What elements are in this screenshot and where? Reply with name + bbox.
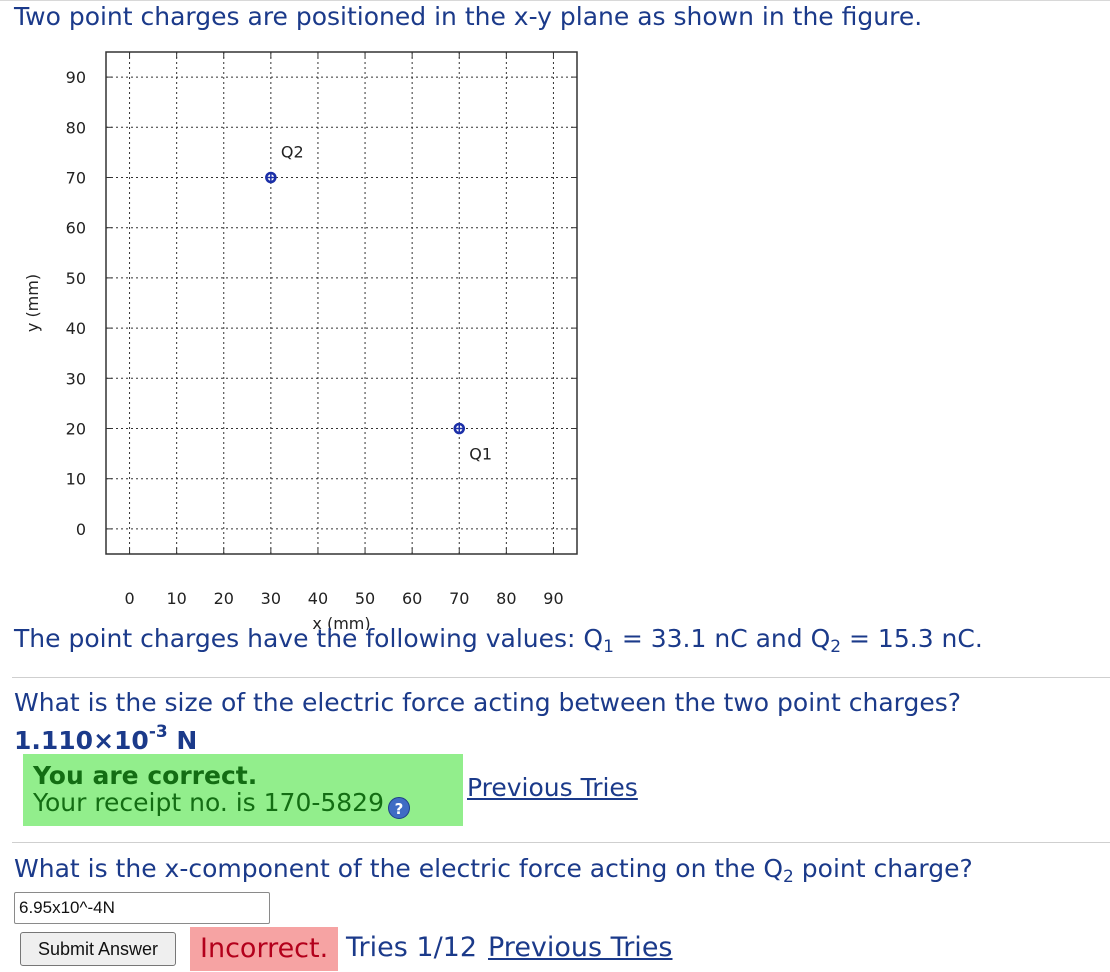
- q2-value: = 15.3 nC.: [841, 624, 983, 653]
- question-2-suffix: point charge?: [793, 854, 973, 883]
- y-tick-label: 20: [66, 420, 86, 439]
- submit-answer-button[interactable]: Submit Answer: [20, 932, 176, 966]
- x-tick-label: 20: [214, 589, 234, 608]
- x-tick-label: 40: [308, 589, 328, 608]
- x-tick-label: 0: [124, 589, 134, 608]
- top-rule: [0, 0, 1110, 1]
- x-tick-label: 50: [355, 589, 375, 608]
- tries-count: Tries 1/12: [346, 932, 478, 963]
- correct-feedback-box: You are correct. Your receipt no. is 170…: [23, 754, 463, 826]
- y-tick-label: 30: [66, 369, 86, 388]
- y-tick-label: 70: [66, 169, 86, 188]
- answer-mantissa: 1.110×10: [14, 726, 149, 755]
- y-tick-label: 50: [66, 269, 86, 288]
- y-tick-label: 40: [66, 319, 86, 338]
- receipt-line: Your receipt no. is 170-5829?: [33, 789, 453, 819]
- x-tick-label: 90: [543, 589, 563, 608]
- x-tick-label: 30: [261, 589, 281, 608]
- y-tick-label: 10: [66, 470, 86, 489]
- section-divider: [12, 842, 1110, 843]
- incorrect-status: Incorrect.: [190, 927, 339, 971]
- answer-unit: N: [167, 726, 198, 755]
- q1-value: = 33.1 nC and Q: [613, 624, 831, 653]
- correct-title: You are correct.: [33, 761, 258, 790]
- previous-tries-link-2[interactable]: Previous Tries: [488, 932, 673, 963]
- x-tick-label: 80: [496, 589, 516, 608]
- point-q1-label: Q1: [469, 445, 492, 464]
- y-tick-label: 80: [66, 118, 86, 137]
- point-q2-label: Q2: [281, 143, 304, 162]
- problem-intro: Two point charges are positioned in the …: [14, 2, 923, 31]
- question-1-text: What is the size of the electric force a…: [14, 688, 962, 717]
- question-1-answer: 1.110×10-3 N: [14, 722, 197, 755]
- help-icon[interactable]: ?: [388, 797, 410, 819]
- answer-exponent: -3: [148, 722, 168, 742]
- y-tick-label: 60: [66, 219, 86, 238]
- q2-subscript: 2: [830, 637, 842, 657]
- charge-position-figure: 0 10 20 30 40 50 60 70 80 900102030405060708090x …: [23, 51, 578, 630]
- x-tick-label: 10: [166, 589, 186, 608]
- receipt-text: Your receipt no. is 170-5829: [33, 788, 384, 817]
- previous-tries-link-1[interactable]: Previous Tries: [467, 773, 638, 802]
- question-2-subscript: 2: [783, 867, 794, 887]
- values-prefix: The point charges have the following val…: [14, 624, 604, 653]
- x-tick-label: 70: [449, 589, 469, 608]
- x-tick-label: 60: [402, 589, 422, 608]
- y-tick-label: 90: [66, 68, 86, 87]
- charge-values: The point charges have the following val…: [14, 624, 983, 657]
- question-2-text: What is the x-component of the electric …: [14, 854, 973, 887]
- question-2-prefix: What is the x-component of the electric …: [14, 854, 784, 883]
- q1-subscript: 1: [603, 637, 614, 657]
- y-axis-label: y (mm): [23, 274, 42, 332]
- y-tick-label: 0: [76, 520, 86, 539]
- section-divider: [12, 677, 1110, 678]
- answer-input[interactable]: [14, 892, 270, 924]
